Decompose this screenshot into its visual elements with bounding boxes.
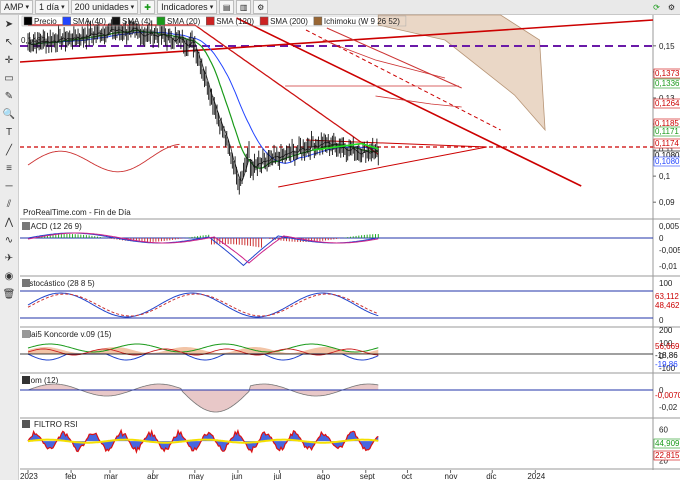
chart-area[interactable]: Precio SMA (40) SMA (4) SMA (20) SMA (120) SM… (0, 0, 680, 480)
legend-swatch (156, 16, 166, 26)
rsi-tick-label: 60 (659, 426, 668, 435)
mom-tick-label: -0,02 (659, 403, 678, 412)
x-tick-label: ago (317, 472, 331, 480)
right-price-label: 0,1171 (655, 127, 679, 136)
rsi-right-label: 44,909 (655, 439, 680, 448)
left-price-label: 0,1482 (21, 36, 46, 45)
mom-right-label: -0,0070 (655, 391, 680, 400)
right-price-label: 0,1373 (655, 69, 680, 78)
x-tick-label: oct (401, 472, 412, 480)
stoch-right-label: 63,112 (655, 292, 679, 301)
legend-swatch (259, 16, 269, 26)
x-tick-label-year: 2024 (527, 472, 545, 480)
stoch-tick-label: 0 (659, 316, 664, 325)
macd-tick-label: -0,005 (659, 246, 680, 255)
x-tick-label: may (189, 472, 204, 480)
blai-right-label: -19,86 (655, 360, 678, 369)
legend-swatch (206, 16, 215, 26)
blai-icon (22, 330, 30, 338)
rsi-icon (22, 420, 30, 428)
legend-label-1: SMA (40) (73, 17, 107, 26)
blai-tick-label: 200 (659, 326, 673, 335)
x-tick-label: feb (65, 472, 77, 480)
legend-swatch (111, 16, 121, 26)
rsi-title: FILTRO RSI (34, 420, 77, 429)
right-price-label: 0,1336 (655, 79, 680, 88)
x-tick-label: jul (273, 472, 282, 480)
legend-swatch (62, 16, 71, 26)
rsi-right-label: 22,815 (655, 451, 680, 460)
y-tick-label: 0,1 (659, 172, 671, 181)
stoch-right-label: 48,462 (655, 301, 680, 310)
right-price-label: 0,1174 (655, 139, 679, 148)
stoch-title: Estocástico (28 8 5) (24, 279, 95, 288)
watermark-text: ProRealTime.com - Fin de Día (23, 208, 131, 217)
legend-swatch (313, 16, 323, 26)
legend-label-6: Ichimoku (W 9 26 52) (324, 17, 400, 26)
right-price-label: 0,1264 (655, 99, 680, 108)
macd-tick-label: 0,005 (659, 222, 680, 231)
y-tick-label: 0,09 (659, 198, 675, 207)
legend-swatch (23, 16, 33, 26)
macd-tick-label: 0 (659, 234, 664, 243)
stoch-icon (22, 279, 30, 287)
right-price-label: 0,1080 (655, 157, 680, 166)
x-tick-label-year: 2023 (20, 472, 38, 480)
x-tick-label: nov (445, 472, 458, 480)
y-tick-label: 0,15 (659, 42, 675, 51)
legend-label-5: SMA (200) (270, 17, 308, 26)
x-tick-label: sept (360, 472, 376, 480)
blai-right-label: -18,86 (655, 351, 678, 360)
macd-tick-label: -0,01 (659, 262, 678, 271)
blai-right-label: 56,669 (655, 342, 680, 351)
legend-label-0: Precio (34, 17, 57, 26)
mom-icon (22, 376, 30, 384)
x-tick-label: abr (147, 472, 159, 480)
x-tick-label: dic (486, 472, 496, 480)
x-tick-label: mar (104, 472, 118, 480)
stoch-tick-label: 100 (659, 279, 673, 288)
legend-label-2: SMA (4) (122, 17, 151, 26)
blai-title: Blai5 Koncorde v.09 (15) (24, 330, 112, 339)
legend-label-3: SMA (20) (167, 17, 201, 26)
macd-icon (22, 222, 30, 230)
legend-label-4: SMA (120) (216, 17, 254, 26)
x-tick-label: jun (231, 472, 243, 480)
macd-title: MACD (12 26 9) (24, 222, 82, 231)
